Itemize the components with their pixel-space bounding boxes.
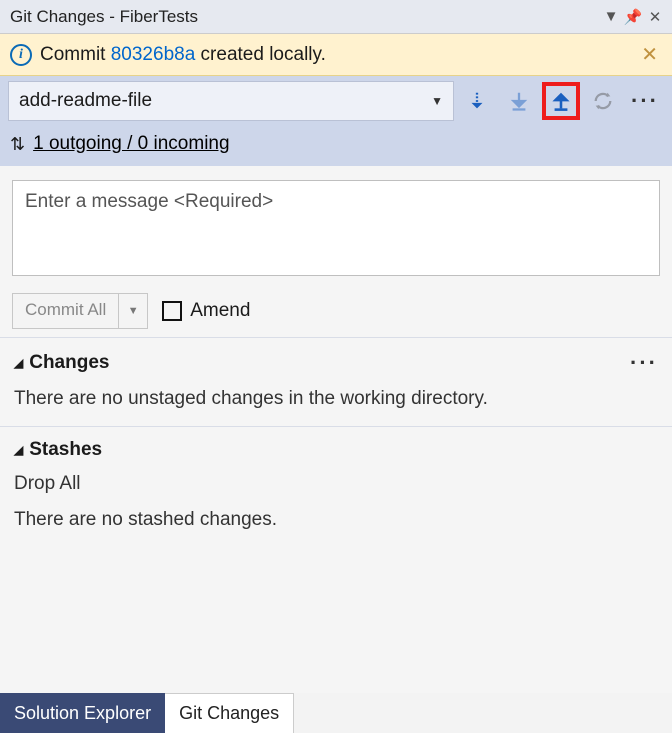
window-options-icon[interactable]: ▼ — [600, 8, 622, 25]
swap-icon: ⇅ — [10, 134, 25, 155]
changes-title: Changes — [29, 352, 109, 374]
pull-button[interactable] — [500, 82, 538, 120]
more-actions-button[interactable]: ··· — [626, 82, 664, 120]
changes-header[interactable]: ◢ Changes ··· — [14, 350, 658, 376]
chevron-down-icon: ▼ — [431, 94, 443, 108]
sync-status-bar: ⇅ 1 outgoing / 0 incoming — [0, 126, 672, 166]
commit-message-input[interactable] — [12, 180, 660, 276]
pin-icon[interactable]: 📌 — [622, 8, 644, 26]
notification-prefix: Commit — [40, 44, 111, 65]
info-icon: i — [10, 44, 32, 66]
commit-area: Commit All ▼ Amend — [0, 166, 672, 337]
changes-more-icon[interactable]: ··· — [630, 350, 658, 376]
branch-toolbar: add-readme-file ▼ ··· — [0, 76, 672, 126]
stashes-empty-text: There are no stashed changes. — [14, 509, 277, 530]
commit-link[interactable]: 80326b8a — [111, 44, 196, 65]
commit-controls: Commit All ▼ Amend — [12, 293, 660, 329]
amend-checkbox[interactable]: Amend — [162, 300, 250, 322]
outgoing-incoming-link[interactable]: 1 outgoing / 0 incoming — [33, 133, 229, 155]
notification-message: Commit 80326b8a created locally. — [40, 44, 637, 66]
notification-bar: i Commit 80326b8a created locally. ✕ — [0, 34, 672, 76]
commit-button-label: Commit All — [13, 294, 119, 328]
tab-solution-explorer[interactable]: Solution Explorer — [0, 693, 165, 733]
close-icon[interactable]: ✕ — [644, 8, 666, 26]
branch-dropdown[interactable]: add-readme-file ▼ — [8, 81, 454, 121]
stashes-title: Stashes — [29, 439, 102, 461]
notification-suffix: created locally. — [195, 44, 326, 65]
bottom-tabs: Solution Explorer Git Changes — [0, 693, 672, 733]
sync-button[interactable] — [584, 82, 622, 120]
ellipsis-icon: ··· — [631, 88, 659, 114]
amend-label: Amend — [190, 300, 250, 322]
commit-dropdown-icon[interactable]: ▼ — [119, 294, 147, 328]
collapse-icon: ◢ — [14, 356, 23, 370]
collapse-icon: ◢ — [14, 443, 23, 457]
tab-git-changes[interactable]: Git Changes — [165, 693, 294, 733]
fetch-button[interactable] — [458, 82, 496, 120]
branch-name: add-readme-file — [19, 90, 431, 112]
commit-all-button[interactable]: Commit All ▼ — [12, 293, 148, 329]
stashes-section: ◢ Stashes Drop All There are no stashed … — [0, 426, 672, 547]
drop-all-link[interactable]: Drop All — [14, 473, 658, 495]
changes-empty-text: There are no unstaged changes in the wor… — [14, 388, 658, 410]
changes-section: ◢ Changes ··· There are no unstaged chan… — [0, 337, 672, 426]
titlebar: Git Changes - FiberTests ▼ 📌 ✕ — [0, 0, 672, 34]
notification-close-icon[interactable]: ✕ — [637, 42, 662, 67]
stashes-header[interactable]: ◢ Stashes — [14, 439, 658, 461]
push-button[interactable] — [542, 82, 580, 120]
panel-title: Git Changes - FiberTests — [10, 7, 600, 27]
checkbox-icon — [162, 301, 182, 321]
